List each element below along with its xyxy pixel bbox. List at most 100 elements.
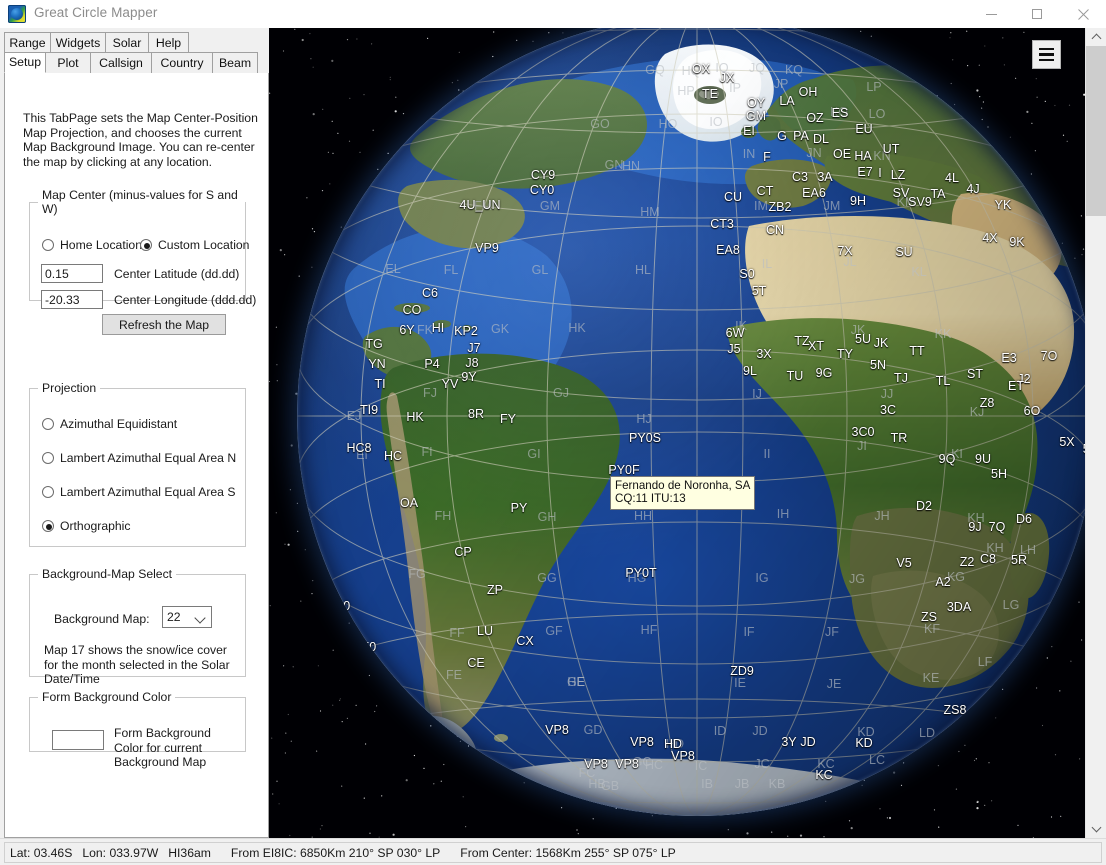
tab-solar[interactable]: Solar (105, 32, 149, 53)
tab-callsign[interactable]: Callsign (90, 52, 152, 73)
map-prefix-label: TA (930, 187, 945, 201)
scroll-up-icon[interactable] (1086, 28, 1106, 46)
map-gridsquare-label: HK (568, 321, 585, 335)
map-prefix-label: ZD9 (730, 664, 754, 678)
map-gridsquare-label: KD (857, 725, 874, 739)
map-prefix-label: TT (909, 344, 924, 358)
map-gridsquare-label: IQ (715, 61, 728, 75)
map-gridsquare-label: EL (385, 262, 400, 276)
close-button[interactable] (1060, 0, 1106, 28)
map-prefix-label: CE0 (326, 599, 350, 613)
status-bar: Lat: 03.46S Lon: 033.97W HI36am From EI8… (0, 838, 1106, 865)
map-prefix-label: 6W (726, 326, 745, 340)
projection-legend: Projection (38, 381, 100, 395)
background-map-select[interactable]: 22 (162, 606, 212, 628)
radio-lambert-north[interactable]: Lambert Azimuthal Equal Area N (42, 451, 236, 465)
scroll-down-icon[interactable] (1086, 820, 1106, 838)
form-background-color-swatch[interactable] (52, 730, 104, 750)
title-bar: Great Circle Mapper (0, 0, 1106, 28)
map-gridsquare-label: LD (919, 726, 935, 740)
map-gridsquare-label: KE (923, 671, 940, 685)
chevron-down-icon (194, 612, 205, 623)
tab-setup[interactable]: Setup (4, 52, 46, 73)
map-prefix-label: 9K (1009, 235, 1024, 249)
background-map-legend: Background-Map Select (38, 567, 176, 581)
map-prefix-label: CY0 (530, 183, 554, 197)
map-canvas[interactable]: GQHQIQJQKQHPIPJPLPIOKOLOGOHOINJNKNGNHNIM… (269, 28, 1085, 838)
map-prefix-label: 9G (816, 366, 833, 380)
map-prefix-label: OZ (806, 111, 823, 125)
panel-body: This TabPage sets the Map Center-Positio… (4, 73, 269, 838)
map-gridsquare-label: HM (640, 205, 659, 219)
map-prefix-label: XT (808, 339, 824, 353)
map-gridsquare-label: KK (935, 327, 952, 341)
map-gridsquare-label: KG (947, 570, 965, 584)
map-gridsquare-label: GD (584, 723, 603, 737)
tab-widgets[interactable]: Widgets (50, 32, 106, 53)
maximize-button[interactable] (1014, 0, 1060, 28)
background-map-group: Background-Map Select Background Map: 22… (29, 567, 246, 677)
vertical-scrollbar[interactable] (1085, 28, 1106, 838)
tab-beam[interactable]: Beam (212, 52, 258, 73)
map-gridsquare-label: HC (645, 758, 663, 772)
map-prefix-label: ET (1008, 379, 1024, 393)
map-prefix-label: V5 (896, 556, 911, 570)
map-gridsquare-label: JB (735, 777, 750, 791)
map-prefix-label: G (777, 129, 787, 143)
hamburger-menu-icon[interactable] (1032, 40, 1061, 69)
map-prefix-label: YV (442, 377, 459, 391)
map-prefix-label: FY (500, 412, 516, 426)
tab-help[interactable]: Help (148, 32, 189, 53)
radio-custom-location[interactable]: Custom Location (140, 238, 249, 252)
map-prefix-label: TU (787, 369, 804, 383)
refresh-map-button[interactable]: Refresh the Map (102, 314, 226, 335)
map-center-legend: Map Center (minus-values for S and W) (38, 188, 245, 216)
tab-row-secondary: Setup Plot Callsign Country Beam (4, 52, 269, 72)
globe-orthographic-projection[interactable]: GQHQIQJQKQHPIPJPLPIOKOLOGOHOINJNKNGNHNIM… (297, 28, 1085, 816)
map-prefix-label: SV9 (908, 195, 932, 209)
map-tooltip-line1: Fernando de Noronha, SA (615, 479, 750, 492)
map-gridsquare-label: HF (641, 623, 658, 637)
tab-range[interactable]: Range (4, 32, 51, 53)
radio-home-location[interactable]: Home Location (42, 238, 142, 252)
center-longitude-input[interactable] (41, 290, 103, 309)
map-prefix-label: HI (432, 321, 445, 335)
map-prefix-label: 3DA (947, 600, 971, 614)
map-prefix-label: TJ (894, 371, 908, 385)
center-latitude-input[interactable] (41, 264, 103, 283)
map-gridsquare-label: HD (666, 737, 684, 751)
map-prefix-label: ZB2 (769, 200, 792, 214)
map-gridsquare-label: JL (843, 255, 856, 269)
map-gridsquare-label: GJ (553, 386, 569, 400)
map-prefix-label: CN (766, 223, 784, 237)
tab-country[interactable]: Country (151, 52, 213, 73)
map-center-group: Map Center (minus-values for S and W) Ho… (29, 188, 246, 301)
background-map-hint: Map 17 shows the snow/ice cover for the … (44, 643, 242, 687)
map-gridsquare-label: FM (474, 199, 492, 213)
map-prefix-label: PA (793, 129, 809, 143)
map-prefix-label: VP8 (615, 757, 639, 771)
scrollbar-thumb[interactable] (1086, 46, 1106, 216)
radio-azimuthal-equidistant[interactable]: Azimuthal Equidistant (42, 417, 177, 431)
map-gridsquare-label: IL (762, 257, 772, 271)
map-gridsquare-label: IE (734, 676, 746, 690)
map-prefix-label: D6 (1016, 512, 1032, 526)
map-gridsquare-label: JG (849, 572, 865, 586)
map-gridsquare-label: KL (911, 265, 926, 279)
map-gridsquare-label: IG (755, 571, 768, 585)
map-gridsquare-label: IH (777, 507, 790, 521)
map-prefix-label: SV (893, 186, 910, 200)
map-gridsquare-label: IO (709, 115, 722, 129)
map-gridsquare-label: JM (824, 199, 841, 213)
minimize-button[interactable] (968, 0, 1014, 28)
status-latitude: Lat: 03.46S (10, 846, 72, 860)
tab-plot[interactable]: Plot (45, 52, 91, 73)
status-from-center: From Center: 1568Km 255° SP 075° LP (460, 846, 675, 860)
radio-orthographic[interactable]: Orthographic (42, 519, 130, 533)
background-map-value: 22 (167, 610, 181, 624)
radio-lambert-south[interactable]: Lambert Azimuthal Equal Area S (42, 485, 235, 499)
status-gridsquare: HI36am (168, 846, 211, 860)
map-prefix-label: YN (368, 357, 385, 371)
map-prefix-label: 9J (968, 520, 981, 534)
map-prefix-label: 9H (850, 194, 866, 208)
